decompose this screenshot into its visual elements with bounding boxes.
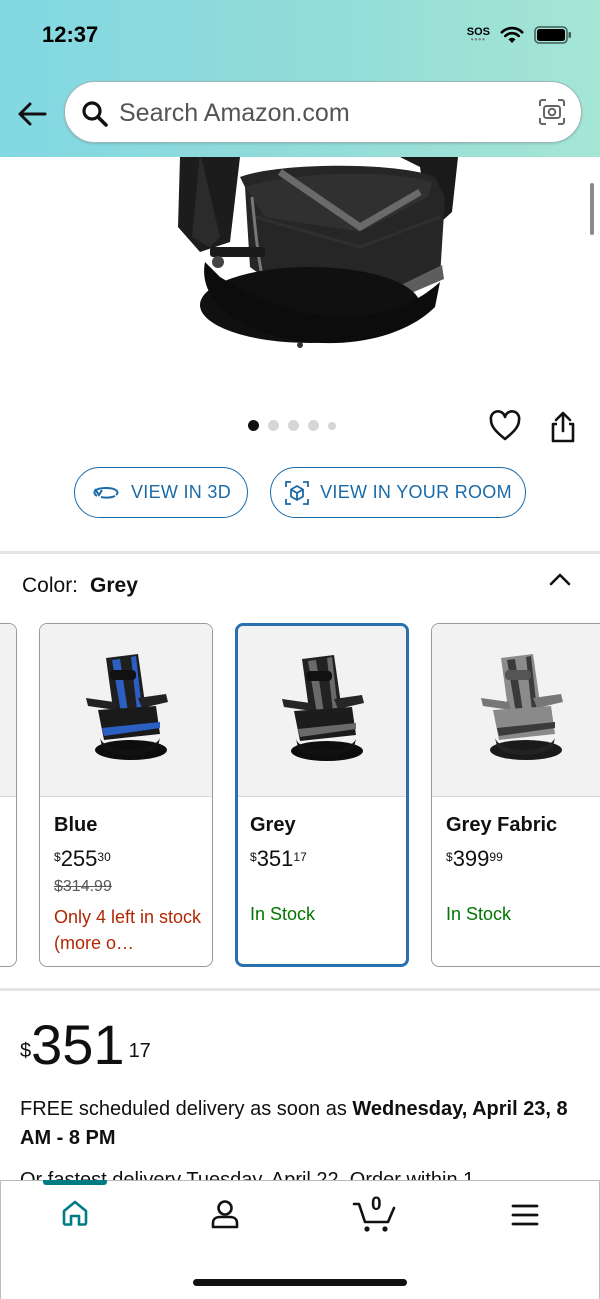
fastest-delivery-info: Or fastest delivery Tuesday, April 22. O… (20, 1169, 475, 1180)
tab-cart[interactable]: 0 (352, 1194, 398, 1239)
status-icons: SOS •••• (467, 26, 572, 44)
search-input[interactable] (119, 96, 519, 130)
swatch-stock-status: In Stock (250, 904, 316, 924)
search-icon (82, 101, 108, 127)
swatch-price: $35117 (250, 846, 307, 871)
section-divider (0, 551, 600, 554)
hamburger-menu-icon (511, 1204, 539, 1226)
share-icon (551, 411, 575, 443)
color-swatch-blue[interactable]: Blue $25530 $314.99 Only 4 left in stock… (39, 623, 213, 967)
home-icon (62, 1200, 88, 1226)
wifi-icon (500, 26, 524, 43)
share-button[interactable] (548, 410, 578, 449)
cart-count: 0 (371, 1194, 382, 1215)
swatch-list-price: $314.99 (54, 878, 112, 895)
color-selector-label: Color: Grey (22, 574, 138, 597)
back-button[interactable] (14, 96, 50, 132)
pagination-dot[interactable] (288, 420, 299, 431)
ar-cube-icon (285, 480, 310, 505)
sos-indicator: SOS •••• (466, 26, 490, 44)
product-price: $351 17 (20, 1013, 151, 1076)
swatch-image (432, 624, 600, 797)
color-swatch-partial[interactable] (0, 623, 17, 967)
view-in-your-room-button[interactable]: VIEW IN YOUR ROOM (270, 467, 526, 518)
collapse-button[interactable] (547, 570, 573, 593)
swatch-stock-status: In Stock (446, 904, 512, 924)
tab-account[interactable] (210, 1198, 240, 1235)
scroll-indicator[interactable] (590, 183, 594, 235)
battery-icon (534, 26, 571, 44)
product-image[interactable] (160, 157, 460, 352)
chair-blue-image (86, 654, 168, 760)
chair-grey-image (282, 655, 364, 761)
swatch-price: $39999 (446, 846, 503, 871)
header: 12:37 SOS •••• (0, 0, 600, 157)
color-swatch-grey[interactable]: Grey $35117 In Stock (235, 623, 409, 967)
active-tab-indicator (43, 1180, 107, 1185)
wishlist-button[interactable] (488, 410, 522, 447)
view-in-your-room-label: VIEW IN YOUR ROOM (320, 482, 512, 502)
chevron-up-icon (549, 573, 571, 586)
swatch-name: Blue (54, 814, 98, 836)
view-in-3d-label: VIEW IN 3D (130, 482, 231, 502)
delivery-info: FREE scheduled delivery as soon as Wedne… (20, 1098, 568, 1149)
pagination-dot[interactable] (248, 420, 259, 431)
swatch-price: $25530 (54, 846, 111, 871)
swatch-name: Grey (250, 814, 296, 836)
swatch-image (238, 626, 406, 797)
color-swatch-grey-fabric[interactable]: Grey Fabric $39999 In Stock (431, 623, 600, 967)
pagination-dot[interactable] (268, 420, 279, 431)
selected-color: Grey (90, 574, 138, 597)
arrow-left-icon (18, 102, 47, 126)
swatch-image (40, 624, 212, 797)
section-divider (0, 988, 600, 991)
rotate-3d-icon (93, 486, 119, 499)
user-icon (211, 1200, 239, 1229)
search-bar[interactable] (64, 81, 582, 143)
pagination-dot[interactable] (328, 421, 336, 430)
swatch-name: Grey Fabric (446, 814, 558, 836)
tab-home[interactable] (60, 1198, 90, 1233)
heart-icon (489, 410, 521, 441)
camera-scan-icon[interactable] (537, 97, 567, 127)
home-indicator[interactable] (193, 1279, 407, 1286)
status-time: 12:37 (42, 22, 99, 47)
pagination-dot[interactable] (308, 420, 319, 431)
view-in-3d-button[interactable]: VIEW IN 3D (74, 467, 248, 518)
chair-image (178, 157, 458, 348)
chair-grey-fabric-image (481, 654, 563, 760)
tab-menu[interactable] (511, 1203, 539, 1232)
image-pagination[interactable] (248, 420, 336, 431)
swatch-stock-status: Only 4 left in stock (more o… (54, 907, 202, 953)
